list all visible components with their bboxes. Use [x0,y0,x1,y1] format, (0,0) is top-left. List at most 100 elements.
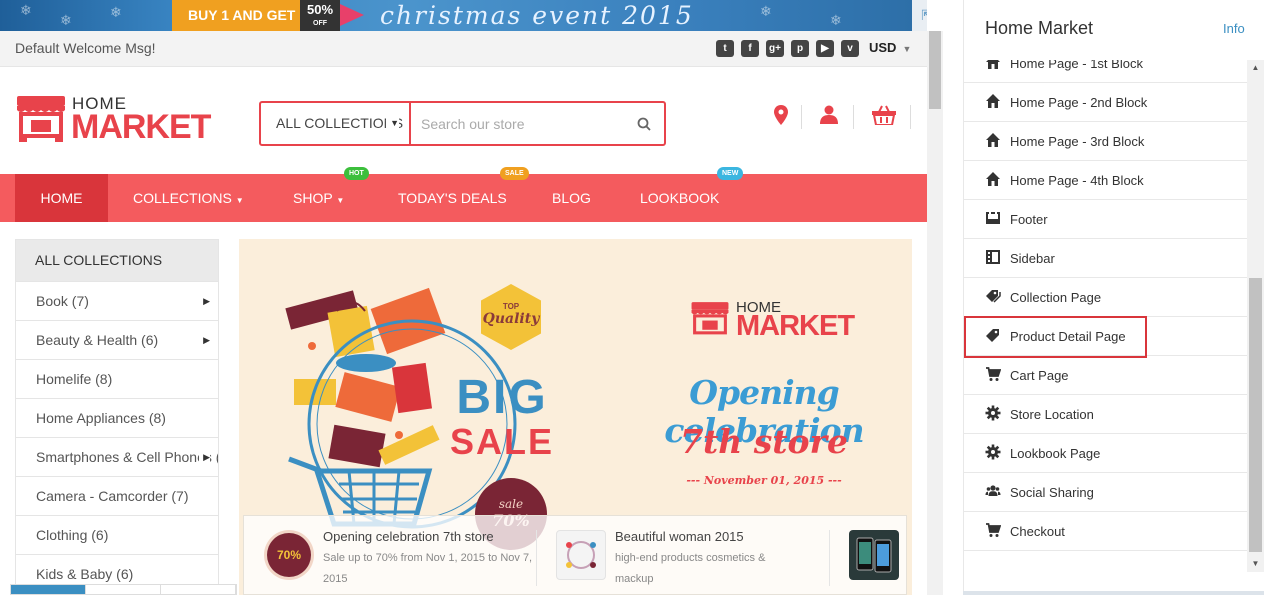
chevron-right-icon: ▶ [199,321,210,359]
panel-header: Home Market Info [964,0,1264,60]
section-item-collection-page[interactable]: Collection Page [964,278,1248,317]
search-bar: ALL COLLECTIONS ▼ [259,101,666,146]
chevron-right-icon: ▶ [199,438,210,476]
sidebar-icon [985,249,1001,265]
section-item-sidebar[interactable]: Sidebar [964,239,1248,278]
info-link[interactable]: Info [1223,21,1245,36]
vimeo-icon[interactable]: v [841,40,859,57]
currency-selector[interactable]: USD ▼ [869,31,911,66]
snowflake-icon: ❄ [760,3,772,19]
promo-arrow [340,4,364,26]
youtube-icon[interactable]: ▶ [816,40,834,57]
section-item-home-page-3rd-block[interactable]: Home Page - 3rd Block [964,122,1248,161]
panel-gutter [943,0,963,595]
category-item[interactable]: Book (7) ▶ [16,281,218,320]
chevron-down-icon: ▼ [386,103,399,144]
category-item[interactable]: Clothing (6) [16,515,218,554]
footer-icon [985,210,1001,226]
promo-item[interactable]: 70% Opening celebration 7th store Sale u… [244,516,534,595]
snowflake-icon: ❄ [60,12,72,28]
store-logo[interactable]: HOME MARKET [15,92,215,147]
store-preview: ❄ ❄ ❄ ❄ ❄ BUY 1 AND GET 1 FREE 50%OFF ch… [0,0,927,595]
main-nav: HOME COLLECTIONS ▼ SHOP ▼ HOT TODAY'S DE… [0,167,927,222]
promo-event: christmas event 2015 [380,1,694,30]
category-item[interactable]: Beauty & Health (6) ▶ [16,320,218,359]
nav-shop[interactable]: SHOP ▼ HOT [293,167,369,222]
nav-lookbook[interactable]: LOOKBOOK NEW [640,167,744,222]
twitter-icon[interactable]: t [716,40,734,57]
desktop-view-icon[interactable] [11,585,86,594]
section-item-home-page-4th-block[interactable]: Home Page - 4th Block [964,161,1248,200]
google-plus-icon[interactable]: g+ [766,40,784,57]
scrollbar-thumb[interactable] [929,31,941,109]
section-item-social-sharing[interactable]: Social Sharing [964,473,1248,512]
big-sale-text: BIG SALE [449,371,554,462]
preview-scrollbar[interactable] [927,31,943,595]
home-icon [985,132,1001,148]
category-item[interactable]: Home Appliances (8) [16,398,218,437]
collection-dropdown[interactable]: ALL COLLECTIONS ▼ [261,103,411,144]
gear-icon [985,405,1001,421]
category-item[interactable]: Camera - Camcorder (7) [16,476,218,515]
scrollbar-thumb[interactable] [1249,278,1262,552]
promo-description: Sale up to 70% from Nov 1, 2015 to Nov 7… [323,552,533,585]
nav-blog[interactable]: BLOG [552,174,591,222]
chevron-down-icon: ▼ [235,196,244,205]
section-item-cart-page[interactable]: Cart Page [964,356,1248,395]
banner-logo: HOME MARKET [689,297,859,347]
promo-thumbnail: 70% [264,530,314,580]
header-divider [910,105,911,129]
theme-editor: ❄ ❄ ❄ ❄ ❄ BUY 1 AND GET 1 FREE 50%OFF ch… [0,0,1264,595]
section-item-store-location[interactable]: Store Location [964,395,1248,434]
section-item-checkout[interactable]: Checkout [964,512,1248,551]
section-item-label: Collection Page [1010,290,1102,305]
category-item[interactable]: Homelife (8) [16,359,218,398]
promo-item[interactable] [829,516,908,595]
section-item-label: Home Page - 3rd Block [1010,134,1145,149]
collapse-preview-icon[interactable]: ⇱ [912,0,927,31]
pinterest-icon[interactable]: p [791,40,809,57]
map-marker-icon[interactable] [774,105,788,135]
selected-section-highlight [964,316,1147,358]
scroll-up-icon[interactable]: ▲ [1247,60,1264,76]
tablet-view-icon[interactable] [86,585,161,594]
promo-description: high-end products cosmetics & mackup [615,552,766,585]
snowflake-icon: ❄ [20,2,32,18]
section-item-lookbook-page[interactable]: Lookbook Page [964,434,1248,473]
mobile-view-icon[interactable] [161,585,236,594]
search-icon[interactable] [624,103,664,144]
cart-icon [985,522,1002,538]
promo-strip: 70% Opening celebration 7th store Sale u… [243,515,907,595]
section-item-label: Cart Page [1010,368,1069,383]
promo-offer: BUY 1 AND GET 1 FREE [172,0,310,31]
section-item-home-page-2nd-block[interactable]: Home Page - 2nd Block [964,83,1248,122]
users-icon [985,483,1001,499]
chevron-down-icon: ▼ [336,196,345,205]
nav-home[interactable]: HOME [15,174,108,222]
facebook-icon[interactable]: f [741,40,759,57]
badge-new: NEW [717,167,744,180]
section-item-label: Home Page - 2nd Block [1010,95,1148,110]
promo-discount: 50% OFF [300,0,340,31]
header-divider [801,105,802,129]
nav-collections[interactable]: COLLECTIONS ▼ [133,174,244,222]
nav-todays-deals[interactable]: TODAY'S DEALS SALE [398,167,529,222]
section-item-label: Home Page - 4th Block [1010,173,1144,188]
promo-banner[interactable]: ❄ ❄ ❄ ❄ ❄ BUY 1 AND GET 1 FREE 50%OFF ch… [0,0,912,31]
promo-item[interactable]: Beautiful woman 2015 high-end products c… [536,516,828,595]
store-header: HOME MARKET ALL COLLECTIONS ▼ [0,67,927,174]
snowflake-icon: ❄ [110,4,122,20]
section-item-label: Lookbook Page [1010,446,1101,461]
search-input[interactable] [411,103,624,144]
basket-icon[interactable] [872,105,896,135]
scroll-down-icon[interactable]: ▼ [1247,556,1264,572]
user-icon[interactable] [820,105,838,135]
panel-scrollbar[interactable]: ▲ ▼ [1247,60,1264,572]
home-icon [985,171,1001,187]
section-item-label: Footer [1010,212,1048,227]
section-item-label: Sidebar [1010,251,1055,266]
chevron-right-icon: ▶ [199,282,210,320]
promo-thumbnail [556,530,606,580]
category-item[interactable]: Smartphones & Cell Phones (▶ [16,437,218,476]
section-item-footer[interactable]: Footer [964,200,1248,239]
